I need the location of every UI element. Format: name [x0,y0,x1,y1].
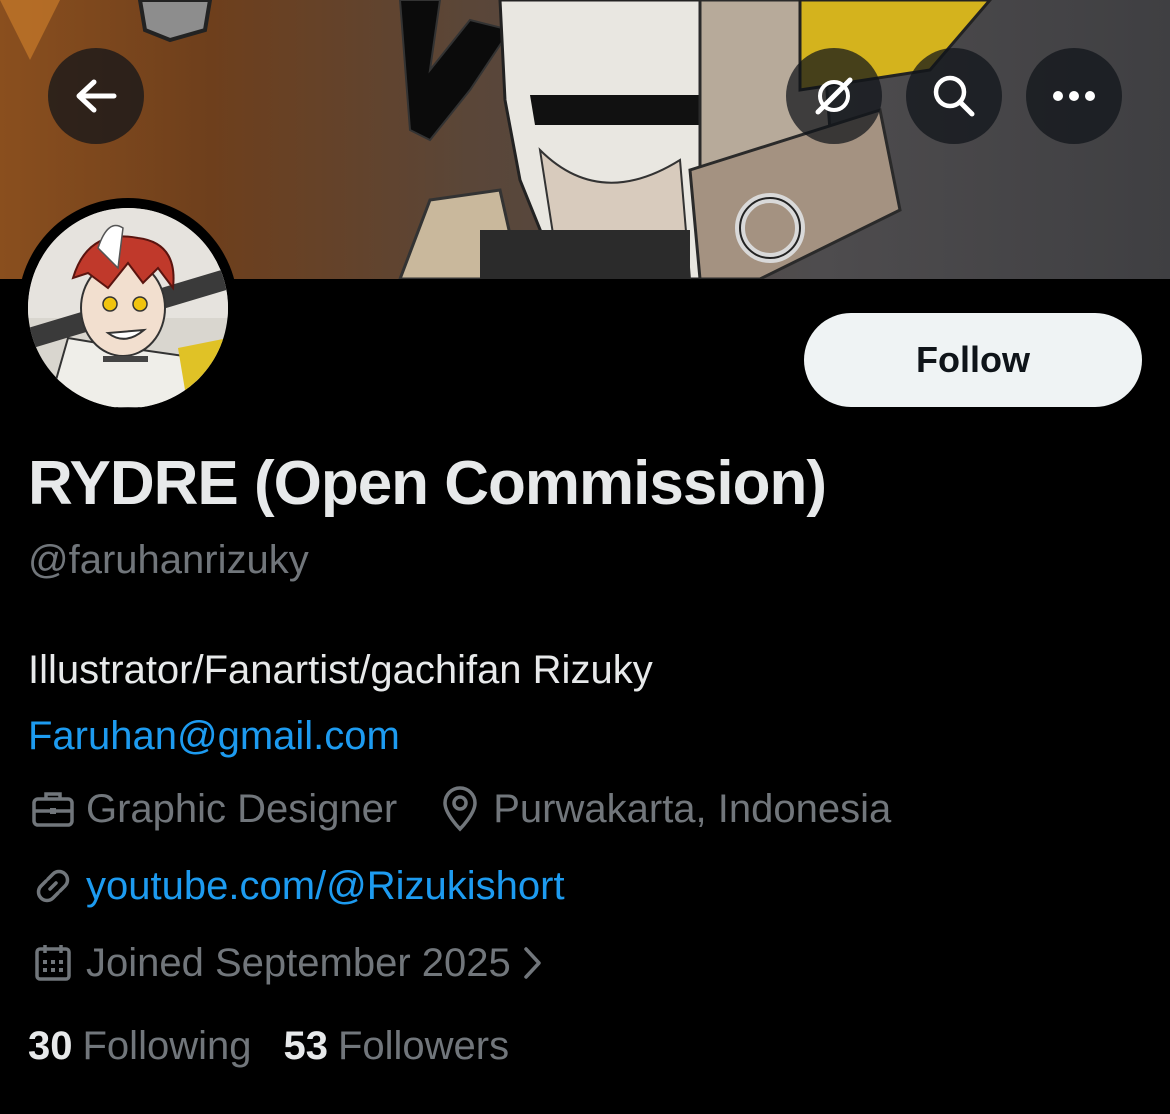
link-icon [28,861,78,911]
more-horizontal-icon [1053,91,1095,101]
profile-joined-row[interactable]: Joined September 2025 [28,938,555,988]
profile-joined-date: Joined September 2025 [86,940,511,985]
profile-handle: @faruhanrizuky [28,538,309,582]
briefcase-icon [28,784,78,834]
display-name: RYDRE (Open Commission) [28,449,827,518]
calendar-icon [28,938,78,988]
search-icon [933,75,975,117]
followers-count: 53 [283,1024,328,1068]
profile-meta-row: Graphic Designer Purwakarta, Indonesia [28,784,891,834]
grok-button[interactable] [786,48,882,144]
profile-bio: Illustrator/Fanartist/gachifan Rizuky Fa… [28,637,653,769]
location-pin-icon [435,784,485,834]
bio-text: Illustrator/Fanartist/gachifan Rizuky [28,648,653,692]
back-button[interactable] [48,48,144,144]
following-label: Following [82,1024,252,1068]
follow-button[interactable]: Follow [804,313,1142,407]
more-button[interactable] [1026,48,1122,144]
profile-category: Graphic Designer [86,786,398,831]
chevron-right-icon [517,938,547,988]
profile-stats: 30 Following 53 Followers [28,1024,541,1069]
search-button[interactable] [906,48,1002,144]
profile-location: Purwakarta, Indonesia [493,786,892,831]
grok-icon [815,77,853,115]
avatar-artwork [28,208,228,408]
followers-label: Followers [337,1024,510,1068]
following-count: 30 [28,1024,73,1068]
profile-website-row: youtube.com/@Rizukishort [28,861,565,911]
followers-link[interactable]: 53 Followers [283,1024,509,1069]
arrow-left-icon [76,79,117,113]
profile-website-link[interactable]: youtube.com/@Rizukishort [86,864,565,909]
following-link[interactable]: 30 Following [28,1024,251,1069]
bio-email-link[interactable]: Faruhan@gmail.com [28,703,653,769]
avatar[interactable] [18,198,238,418]
